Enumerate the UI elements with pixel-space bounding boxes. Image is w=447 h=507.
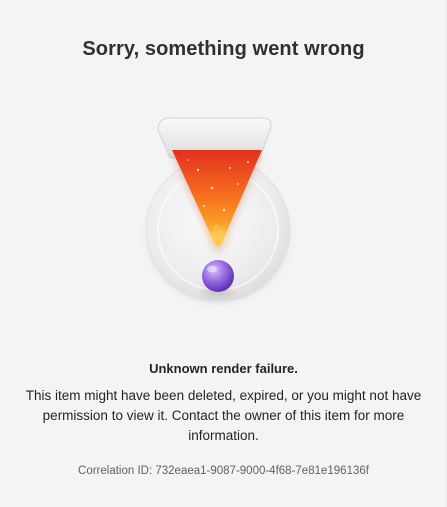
- error-page: Sorry, something went wrong Unknown rend…: [0, 0, 447, 507]
- page-title: Sorry, something went wrong: [82, 38, 365, 60]
- error-heading: Unknown render failure.: [149, 361, 298, 376]
- correlation-id[interactable]: Correlation ID: 732eaea1-9087-9000-4f68-…: [0, 465, 447, 477]
- error-description: This item might have been deleted, expir…: [25, 388, 422, 443]
- exclamation-illustration-icon: [138, 110, 308, 310]
